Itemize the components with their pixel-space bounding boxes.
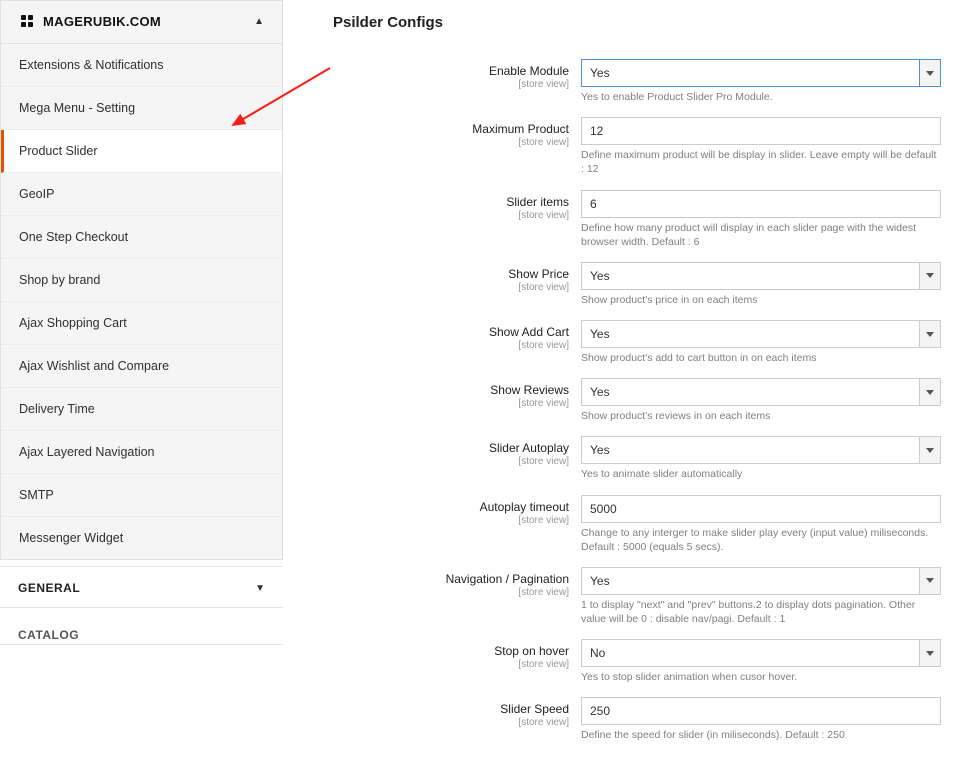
select-value: Yes [581, 262, 941, 290]
dropdown-icon [919, 567, 941, 595]
scope-label: [store view] [333, 282, 569, 293]
field-label: Stop on hover [494, 644, 569, 658]
sidebar-item-delivery-time[interactable]: Delivery Time [1, 388, 282, 431]
dropdown-icon [919, 320, 941, 348]
section-label: GENERAL [18, 581, 80, 595]
field-label: Show Add Cart [489, 325, 569, 339]
sidebar-item-label: Ajax Layered Navigation [19, 445, 155, 459]
enable-module-select[interactable]: Yes [581, 59, 941, 87]
select-value: Yes [581, 567, 941, 595]
sidebar-item-label: Mega Menu - Setting [19, 101, 135, 115]
show-reviews-select[interactable]: Yes [581, 378, 941, 406]
scope-label: [store view] [333, 659, 569, 670]
stop-on-hover-select[interactable]: No [581, 639, 941, 667]
sidebar-item-label: Shop by brand [19, 273, 100, 287]
slider-autoplay-select[interactable]: Yes [581, 436, 941, 464]
sidebar-item-ajax-wishlist-compare[interactable]: Ajax Wishlist and Compare [1, 345, 282, 388]
field-label: Slider Speed [500, 702, 569, 716]
sidebar-section-catalog[interactable]: CATALOG [0, 614, 283, 645]
field-label: Enable Module [489, 64, 569, 78]
page-title: Psilder Configs [333, 14, 950, 31]
sidebar-item-label: SMTP [19, 488, 54, 502]
sidebar-item-smtp[interactable]: SMTP [1, 474, 282, 517]
sidebar-item-label: Ajax Shopping Cart [19, 316, 127, 330]
sidebar-item-geoip[interactable]: GeoIP [1, 173, 282, 216]
scope-label: [store view] [333, 340, 569, 351]
chevron-down-icon: ▼ [255, 583, 265, 594]
field-hint: Define the speed for slider (in miliseco… [581, 728, 941, 742]
sidebar-item-label: Messenger Widget [19, 531, 123, 545]
field-hint: Show product's price in on each items [581, 293, 941, 307]
sidebar-item-label: Delivery Time [19, 402, 95, 416]
section-label: CATALOG [18, 628, 79, 642]
field-label: Navigation / Pagination [446, 572, 569, 586]
scope-label: [store view] [333, 79, 569, 90]
field-hint: Define how many product will display in … [581, 221, 941, 249]
select-value: No [581, 639, 941, 667]
field-hint: Show product's add to cart button in on … [581, 351, 941, 365]
sidebar-item-shop-by-brand[interactable]: Shop by brand [1, 259, 282, 302]
scope-label: [store view] [333, 587, 569, 598]
select-value: Yes [581, 378, 941, 406]
sidebar-item-label: GeoIP [19, 187, 54, 201]
select-value: Yes [581, 59, 941, 87]
field-hint: Yes to animate slider automatically [581, 467, 941, 481]
sidebar-item-label: Ajax Wishlist and Compare [19, 359, 169, 373]
sidebar-item-label: One Step Checkout [19, 230, 128, 244]
field-hint: Show product's reviews in on each items [581, 409, 941, 423]
field-label: Slider items [506, 195, 569, 209]
scope-label: [store view] [333, 137, 569, 148]
show-add-cart-select[interactable]: Yes [581, 320, 941, 348]
sidebar-item-mega-menu[interactable]: Mega Menu - Setting [1, 87, 282, 130]
sidebar-item-ajax-shopping-cart[interactable]: Ajax Shopping Cart [1, 302, 282, 345]
dropdown-icon [919, 59, 941, 87]
field-hint: Yes to stop slider animation when cusor … [581, 670, 941, 684]
sidebar-section-general[interactable]: GENERAL ▼ [0, 566, 283, 608]
maximum-product-input[interactable] [581, 117, 941, 145]
field-hint: Change to any interger to make slider pl… [581, 526, 941, 554]
dropdown-icon [919, 436, 941, 464]
sidebar-item-messenger-widget[interactable]: Messenger Widget [1, 517, 282, 559]
dropdown-icon [919, 378, 941, 406]
brand-logo-icon [19, 13, 35, 29]
field-hint: 1 to display "next" and "prev" buttons.2… [581, 598, 941, 626]
field-label: Maximum Product [472, 122, 569, 136]
slider-speed-input[interactable] [581, 697, 941, 725]
slider-items-input[interactable] [581, 190, 941, 218]
dropdown-icon [919, 639, 941, 667]
scope-label: [store view] [333, 717, 569, 728]
sidebar-menu: Extensions & Notifications Mega Menu - S… [0, 44, 283, 560]
select-value: Yes [581, 436, 941, 464]
sidebar-item-label: Product Slider [19, 144, 98, 158]
navigation-pagination-select[interactable]: Yes [581, 567, 941, 595]
field-label: Show Reviews [490, 383, 569, 397]
brand-name: MAGERUBIK.COM [43, 14, 161, 29]
sidebar-item-one-step-checkout[interactable]: One Step Checkout [1, 216, 282, 259]
scope-label: [store view] [333, 515, 569, 526]
field-hint: Define maximum product will be display i… [581, 148, 941, 176]
scope-label: [store view] [333, 398, 569, 409]
dropdown-icon [919, 262, 941, 290]
field-label: Slider Autoplay [489, 441, 569, 455]
scope-label: [store view] [333, 210, 569, 221]
brand-header[interactable]: MAGERUBIK.COM ▲ [0, 0, 283, 44]
field-label: Show Price [508, 267, 569, 281]
sidebar-item-extensions[interactable]: Extensions & Notifications [1, 44, 282, 87]
field-hint: Yes to enable Product Slider Pro Module. [581, 90, 941, 104]
sidebar-item-ajax-layered-nav[interactable]: Ajax Layered Navigation [1, 431, 282, 474]
sidebar-item-label: Extensions & Notifications [19, 58, 164, 72]
sidebar-item-product-slider[interactable]: Product Slider [1, 130, 282, 173]
scope-label: [store view] [333, 456, 569, 467]
chevron-up-icon: ▲ [254, 16, 264, 27]
select-value: Yes [581, 320, 941, 348]
autoplay-timeout-input[interactable] [581, 495, 941, 523]
field-label: Autoplay timeout [480, 500, 569, 514]
show-price-select[interactable]: Yes [581, 262, 941, 290]
